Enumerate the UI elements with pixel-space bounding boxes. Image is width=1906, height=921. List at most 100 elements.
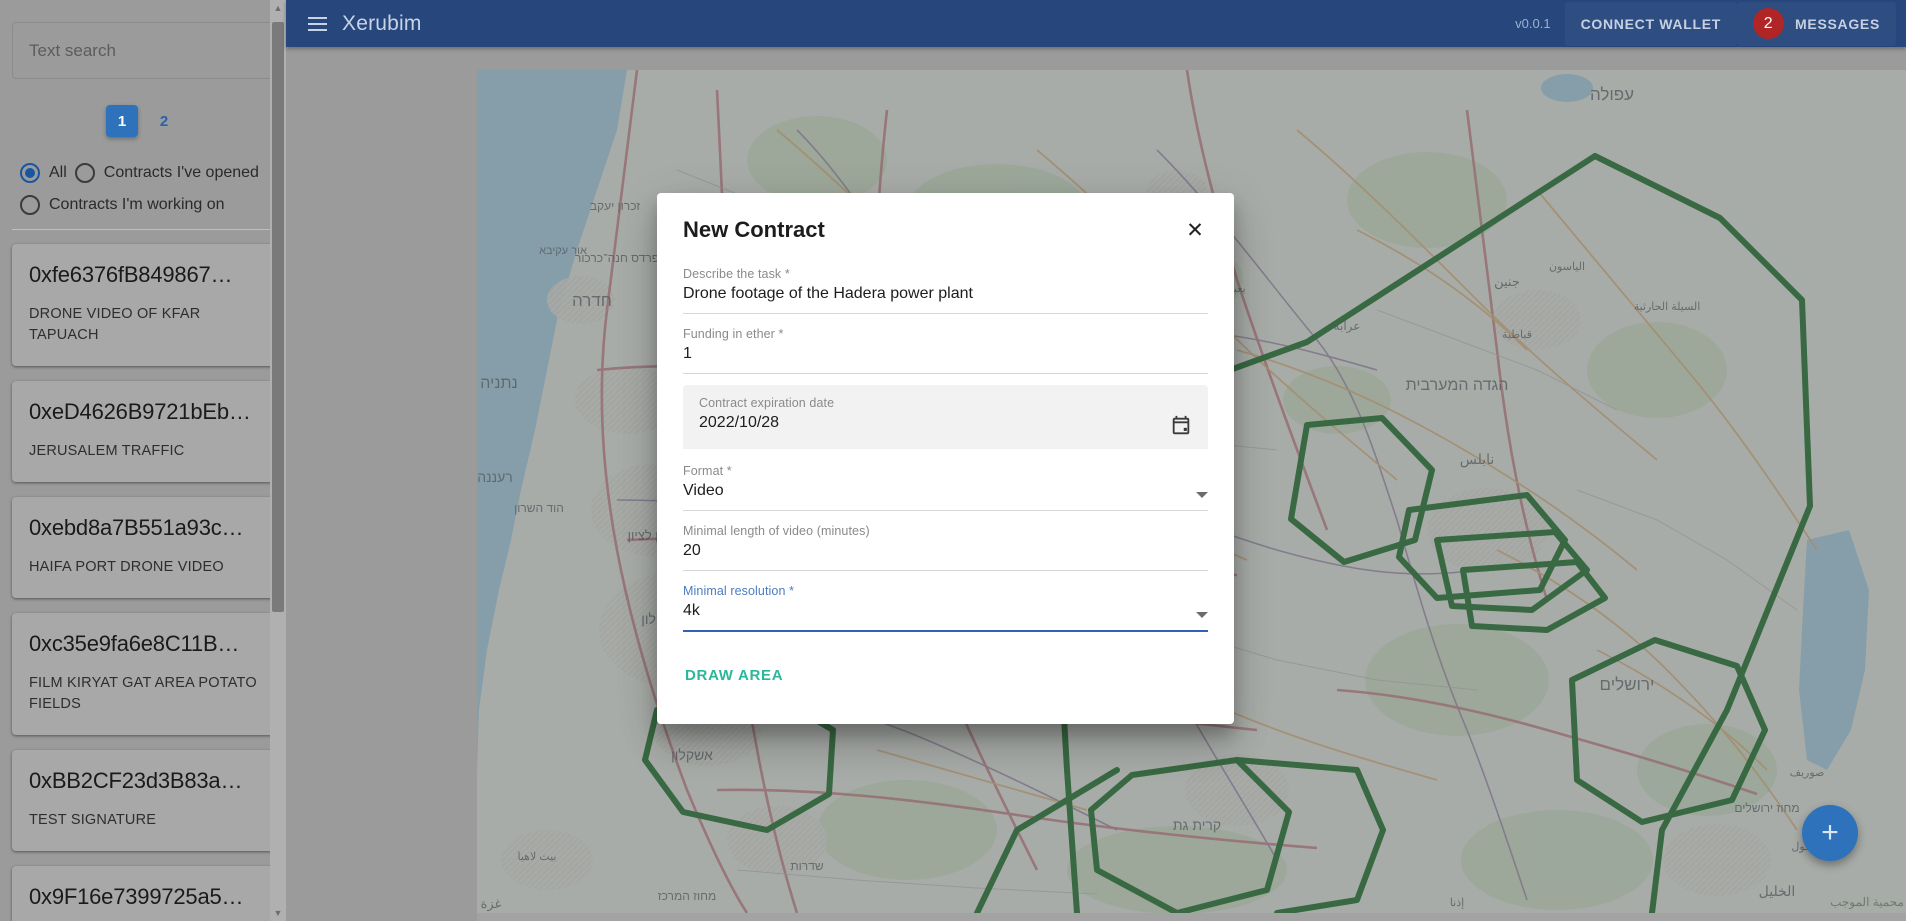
svg-text:הוד השרון: הוד השרון [514,501,564,515]
field-text-format: Format * Video [683,464,1188,510]
filter-option-opened[interactable]: Contracts I've opened [74,163,259,183]
messages-label: MESSAGES [1795,15,1880,32]
field-text-expiration-date: Contract expiration date 2022/10/28 [699,396,1162,441]
field-underline-format [683,510,1208,511]
field-label-format: Format * [683,464,732,478]
search-input[interactable] [27,39,259,62]
field-min-length[interactable]: Minimal length of video (minutes) 20 [683,522,1208,571]
dialog-header: New Contract ✕ [683,217,1208,243]
svg-text:אור עקיבא: אור עקיבא [539,245,587,257]
svg-text:صوريف: صوريف [1790,767,1825,779]
close-icon[interactable]: ✕ [1182,217,1208,243]
hamburger-icon[interactable] [300,7,334,41]
svg-text:ירושלים: ירושלים [1600,675,1655,694]
contract-description: HAIFA PORT DRONE VIDEO [29,559,224,576]
field-value-format[interactable]: Video [683,482,1188,510]
svg-text:זכרון יעקב: זכרון יעקב [590,199,640,213]
field-value-min-resolution[interactable]: 4k [683,602,1188,630]
scroll-down-arrow-icon[interactable]: ▼ [270,905,286,921]
contract-address: 0x9F16e7399725a5… [29,884,244,910]
list-item[interactable]: 0xfe6376fB849867… DRONE VIDEO OF KFAR TA… [12,244,274,367]
field-label-describe-task: Describe the task * [683,267,790,281]
svg-text:חדרה: חדרה [572,291,612,310]
field-value-expiration-date[interactable]: 2022/10/28 [699,414,1162,441]
messages-count-badge: 2 [1753,8,1785,39]
contract-list: 0xfe6376fB849867… DRONE VIDEO OF KFAR TA… [12,244,274,921]
svg-text:רעננה: רעננה [477,469,512,485]
sidebar-divider [12,229,274,230]
chevron-down-icon-format[interactable] [1196,492,1208,498]
filter-row-top: All Contracts I've opened [20,163,266,183]
svg-text:עפולה: עפולה [1590,85,1634,104]
list-item[interactable]: 0xc35e9fa6e8C11B… FILM KIRYAT GAT AREA P… [12,613,274,736]
sidebar-scrollbar[interactable]: ▲ ▼ [270,0,286,921]
filter-label-all: All [49,164,67,181]
field-underline-funding-ether [683,373,1208,374]
svg-text:הגדה המערבית: הגדה המערבית [1406,377,1509,394]
field-underline-min-resolution [683,630,1208,632]
svg-text:الياسون: الياسون [1549,261,1585,273]
contract-address: 0xebd8a7B551a93c… [29,515,244,541]
calendar-icon[interactable] [1170,415,1192,437]
page-title: New Contract [683,217,825,242]
sidebar-scrollbar-thumb[interactable] [272,22,284,612]
list-item[interactable]: 0xebd8a7B551a93c… HAIFA PORT DRONE VIDEO [12,497,274,599]
svg-text:الخليل: الخليل [1759,883,1796,899]
contract-description: JERUSALEM TRAFFIC [29,443,185,460]
filter-radio-group: All Contracts I've opened Contracts I'm … [12,163,274,215]
svg-text:נתניה: נתניה [480,375,517,392]
filter-row-bottom: Contracts I'm working on [20,195,266,215]
field-funding-ether[interactable]: Funding in ether * 1 [683,325,1208,374]
list-item[interactable]: 0xBB2CF23d3B83a… TEST SIGNATURE [12,750,274,852]
pagination: 1 2 [12,105,274,137]
field-label-min-resolution: Minimal resolution * [683,584,795,598]
list-item[interactable]: 0xeD4626B9721bEb… JERUSALEM TRAFFIC [12,381,274,483]
filter-option-working[interactable]: Contracts I'm working on [20,195,225,215]
svg-text:פרדס חנה־כרכור: פרדס חנה־כרכור [575,251,659,265]
svg-text:عرابة: عرابة [1334,319,1361,333]
field-value-describe-task[interactable]: Drone footage of the Hadera power plant [683,285,1208,313]
field-underline-min-length [683,570,1208,571]
field-expiration-date[interactable]: Contract expiration date 2022/10/28 [683,385,1208,449]
app-root: עפולה חדרה זכרון יעקב פרדס חנה־כרכור אור… [0,0,1906,921]
sidebar-scroll-container[interactable]: 1 2 All Contracts I've opened [0,0,286,921]
svg-text:قباطية: قباطية [1502,329,1532,341]
field-row-expiration-date: Contract expiration date 2022/10/28 [699,396,1192,441]
chevron-down-icon-min-resolution[interactable] [1196,612,1208,618]
top-bar-actions: v0.0.1 CONNECT WALLET 2 MESSAGES [1515,2,1896,46]
radio-icon-working [20,195,40,215]
search-box[interactable] [12,22,274,79]
pagination-page-2[interactable]: 2 [148,105,180,137]
field-min-resolution[interactable]: Minimal resolution * 4k [683,582,1208,632]
pagination-page-1[interactable]: 1 [106,105,138,137]
filter-option-all[interactable]: All [20,163,67,183]
sidebar-panel: 1 2 All Contracts I've opened [0,0,286,921]
draw-area-button[interactable]: DRAW AREA [683,661,785,690]
version-label: v0.0.1 [1515,16,1551,31]
scroll-up-arrow-icon[interactable]: ▲ [270,0,286,16]
map-bottom-strip [477,913,1906,921]
svg-text:אשקלון: אשקלון [671,747,713,763]
svg-text:نابلس: نابلس [1460,451,1495,468]
list-item[interactable]: 0x9F16e7399725a5… POTATOES [12,866,274,921]
radio-icon-all [20,163,40,183]
svg-text:إذنا: إذنا [1450,897,1464,909]
svg-text:קרית גת: קרית גת [1173,817,1221,833]
field-describe-task[interactable]: Describe the task * Drone footage of the… [683,265,1208,314]
field-format[interactable]: Format * Video [683,462,1208,511]
svg-text:غزة: غزة [481,896,502,912]
svg-text:שדרות: שדרות [790,859,823,873]
field-value-funding-ether[interactable]: 1 [683,345,1208,373]
contract-description: DRONE VIDEO OF KFAR TAPUACH [29,306,201,344]
field-label-min-length: Minimal length of video (minutes) [683,524,870,538]
svg-text:جنين: جنين [1494,274,1520,290]
contract-address: 0xeD4626B9721bEb… [29,399,251,425]
contract-description: TEST SIGNATURE [29,812,157,829]
field-row-min-resolution: Minimal resolution * 4k [683,584,1208,630]
messages-button[interactable]: 2 MESSAGES [1737,2,1896,46]
field-underline-describe-task [683,313,1208,314]
contract-description: FILM KIRYAT GAT AREA POTATO FIELDS [29,675,257,713]
field-value-min-length[interactable]: 20 [683,542,1208,570]
add-contract-fab[interactable]: + [1802,805,1858,861]
connect-wallet-button[interactable]: CONNECT WALLET [1565,2,1737,46]
